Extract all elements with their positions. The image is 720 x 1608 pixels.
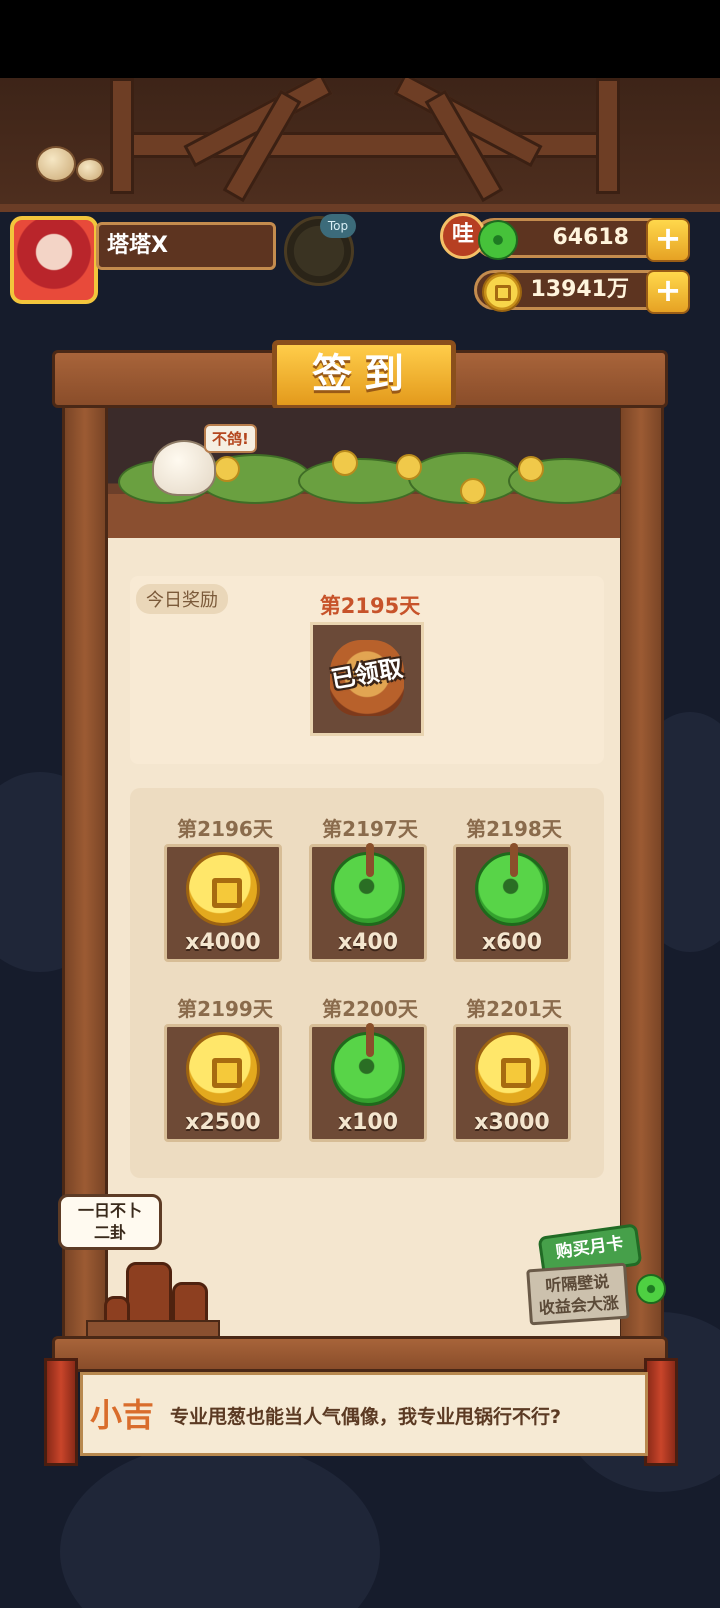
reward-quantity: x3000 [474,1110,550,1135]
day-label: 第2200天 [322,997,418,1021]
day-label: 第2201天 [466,997,562,1021]
coin-amount: 13941万 [530,277,629,302]
add-coins-button[interactable]: + [646,270,690,314]
coin-icon [186,852,260,926]
month-card-sign[interactable]: 听隔壁说 收益会大涨 [526,1262,630,1326]
reward-quantity: x2500 [185,1110,261,1135]
scroll-end-left [44,1358,78,1466]
add-jade-button[interactable]: + [646,218,690,262]
today-reward-label: 今日奖励 [136,584,228,614]
coin-icon [475,1032,549,1106]
dialog-text: 专业甩葱也能当人气偶像，我专业甩锅行不行? [170,1406,562,1428]
fortune-bubble: 一日不卜 二卦 [58,1194,162,1250]
day-label: 第2197天 [322,817,418,841]
player-name: 塔塔X [96,222,276,270]
roof-beams [0,78,720,212]
bubble-line-1: 一日不卜 [77,1201,142,1220]
dialog-speaker: 小吉 [90,1396,155,1434]
reward-quantity: x4000 [185,930,261,955]
reward-quantity: x400 [337,930,399,955]
jade-icon [331,1023,405,1106]
coin-icon [186,1032,260,1106]
dialog-beam [52,1336,668,1372]
jade-icon [636,1274,666,1304]
chick-speech: 不鸽! [204,424,257,453]
today-day: 第2195天 [319,594,421,618]
player-avatar[interactable] [10,216,98,304]
day-label: 第2196天 [177,817,273,841]
panel-title: 签到 [272,340,456,410]
rank-tag: Top [320,214,356,238]
jade-icon [475,843,549,926]
reward-quantity: x600 [481,930,543,955]
scroll-end-right [644,1358,678,1466]
jade-icon [478,220,518,260]
jade-amount: 64618 [552,225,629,250]
status-bar [0,0,720,78]
coin-icon [482,272,522,312]
panel-right-post [618,368,664,1348]
jar-decoration [126,1262,172,1326]
reward-quantity: x100 [337,1110,399,1135]
day-label: 第2199天 [177,997,273,1021]
chick-decoration [36,146,76,182]
chick-decoration [76,158,104,182]
bubble-line-2: 二卦 [93,1223,126,1242]
day-label: 第2198天 [466,817,562,841]
jade-icon [331,843,405,926]
game-screen: 塔塔X Top 64618 哇 + 13941万 + 签到 不鸽! 今日奖励 第… [0,0,720,1608]
